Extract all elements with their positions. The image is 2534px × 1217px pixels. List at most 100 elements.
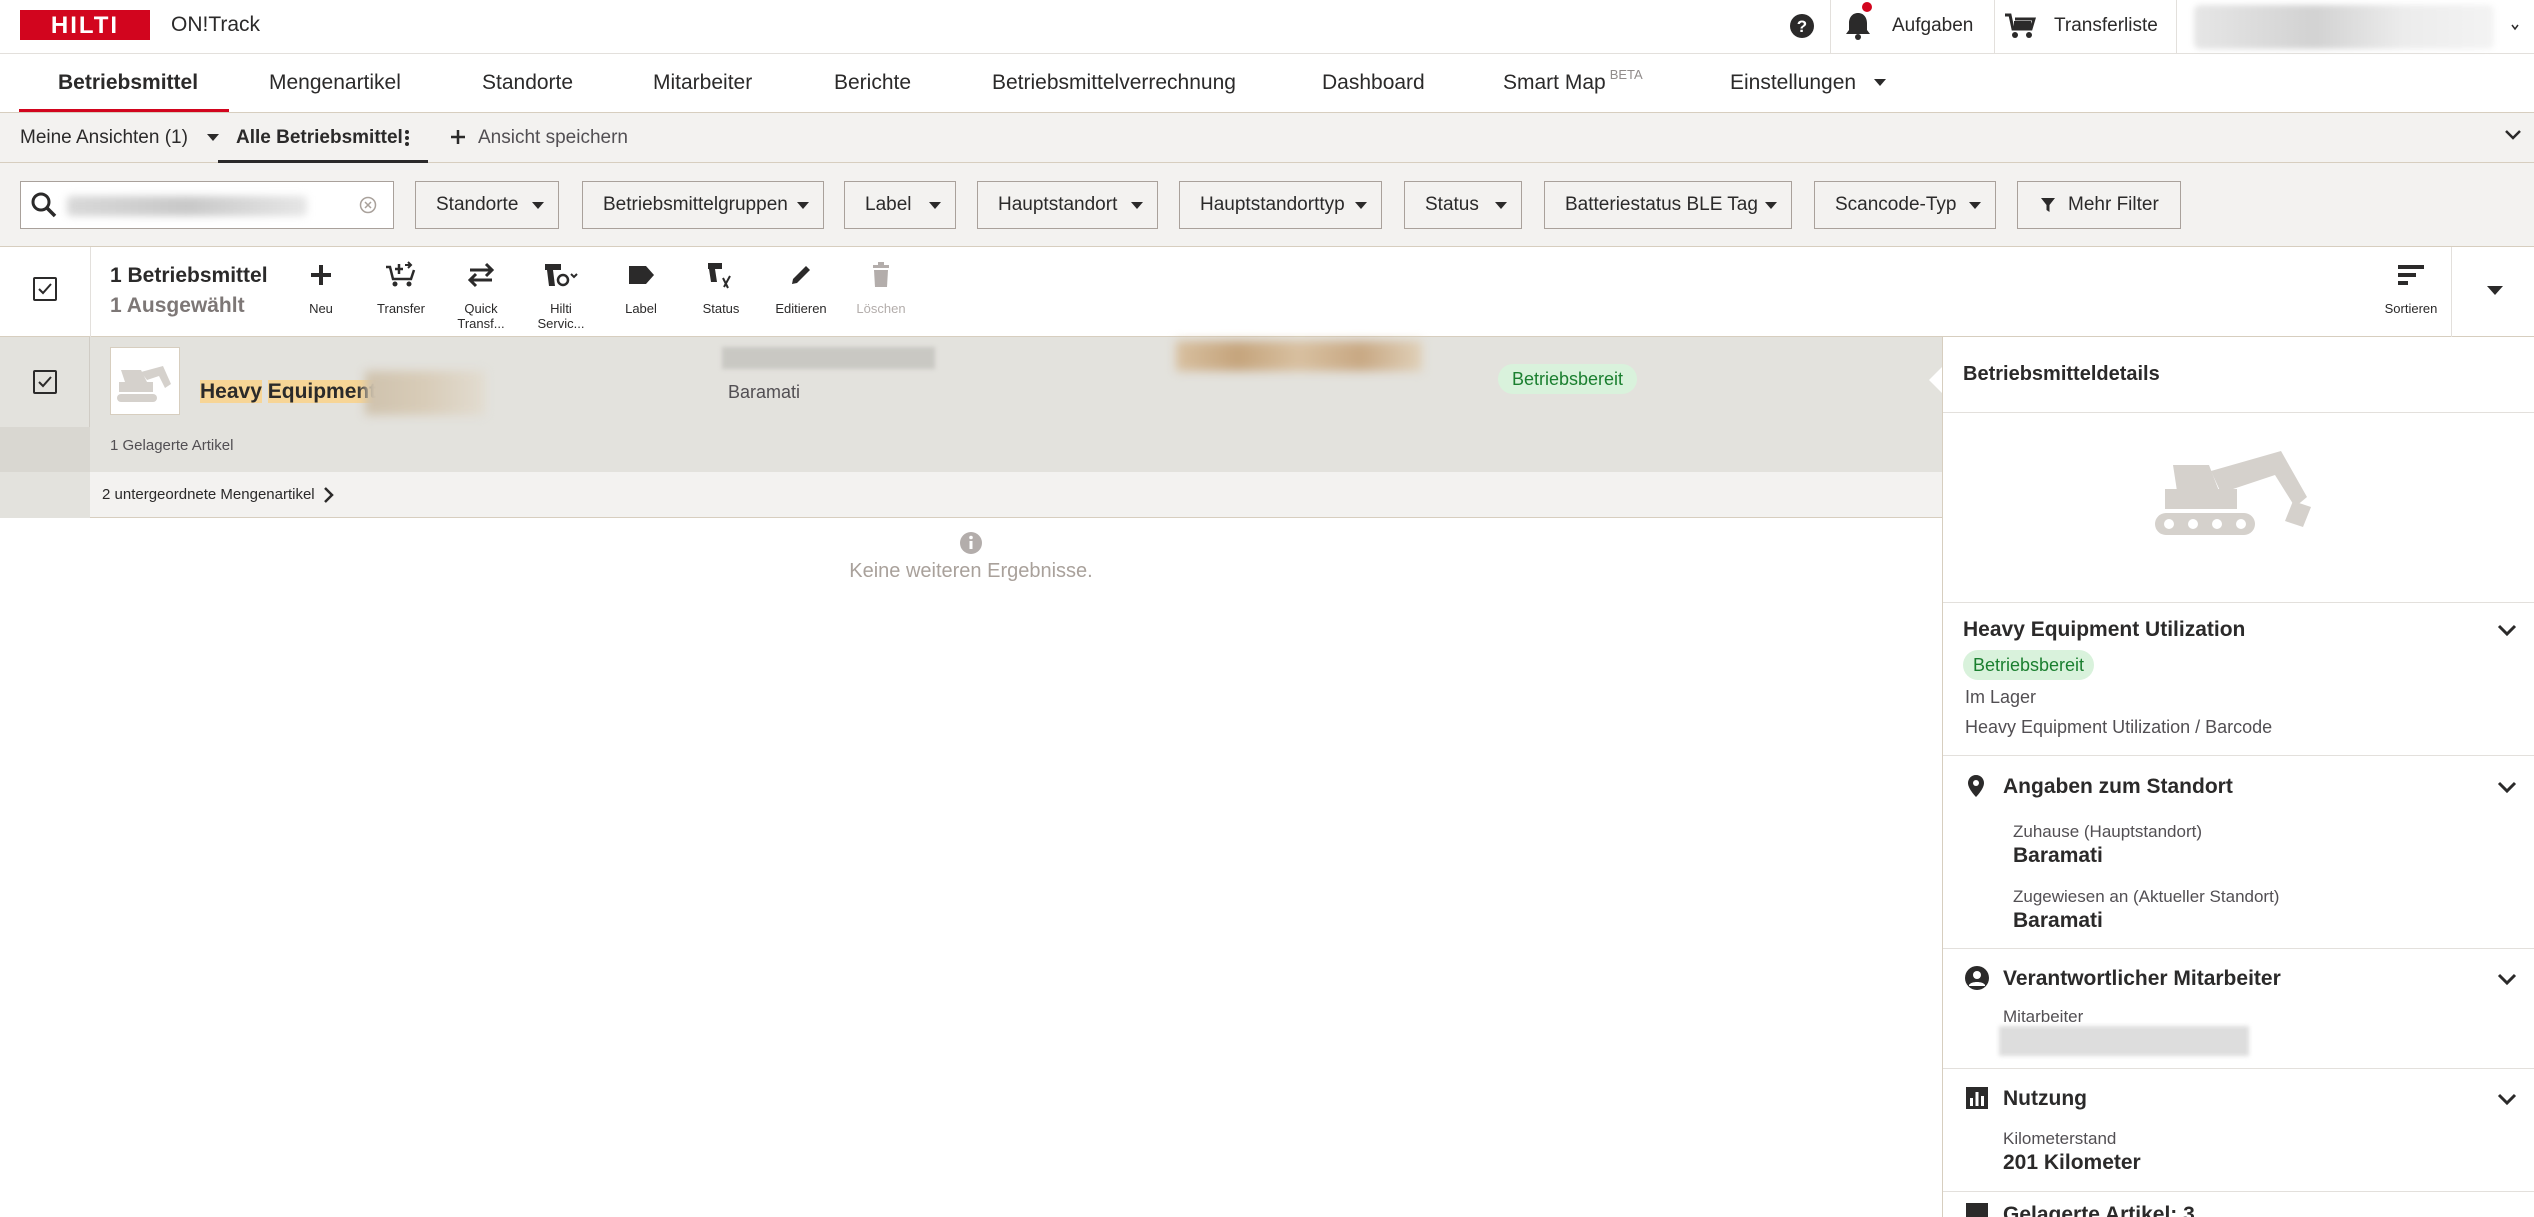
home-location-label: Zuhause (Hauptstandort) xyxy=(2013,822,2202,841)
quick-transfer-icon xyxy=(446,259,516,291)
quick-transfer-button[interactable]: Quick Transf... xyxy=(446,259,516,331)
usage-chart-icon xyxy=(1965,1086,1989,1110)
transfer-cart-icon xyxy=(366,259,436,291)
search-value-redacted xyxy=(67,196,307,216)
tab-dashboard[interactable]: Dashboard xyxy=(1322,71,1425,95)
caret-down-icon xyxy=(797,202,809,209)
tab-standorte[interactable]: Standorte xyxy=(482,71,573,95)
caret-down-icon xyxy=(1969,202,1981,209)
svg-text:HILTI: HILTI xyxy=(51,12,119,39)
filter-standorte[interactable]: Standorte xyxy=(415,181,559,229)
more-filters-button[interactable]: Mehr Filter xyxy=(2017,181,2181,229)
caret-down-icon xyxy=(929,202,941,209)
filter-hauptstandorttyp[interactable]: Hauptstandorttyp xyxy=(1179,181,1382,229)
tab-mengenartikel[interactable]: Mengenartikel xyxy=(269,71,401,95)
edit-button[interactable]: Editieren xyxy=(766,259,836,316)
tab-betriebsmittel[interactable]: Betriebsmittel xyxy=(58,71,198,95)
search-input[interactable] xyxy=(20,181,394,229)
row-checkbox[interactable] xyxy=(33,370,57,394)
barcode-line: Heavy Equipment Utilization / Barcode xyxy=(1965,717,2273,737)
hilti-logo[interactable]: HILTI xyxy=(20,10,150,40)
assigned-location-label: Zugewiesen an (Aktueller Standort) xyxy=(2013,887,2280,906)
caret-down-icon xyxy=(1765,202,1777,209)
sort-icon xyxy=(2376,259,2446,291)
main-navigation: Betriebsmittel Mengenartikel Standorte M… xyxy=(0,55,2534,113)
filter-batteriestatus[interactable]: Batteriestatus BLE Tag xyxy=(1544,181,1792,229)
tab-betriebsmittelverrechnung[interactable]: Betriebsmittelverrechnung xyxy=(992,71,1236,95)
plus-icon[interactable] xyxy=(450,129,466,145)
storage-state: Im Lager xyxy=(1965,687,2037,707)
status-tool-icon xyxy=(686,259,756,291)
asset-name[interactable]: Heavy Equipment xyxy=(200,380,377,404)
sub-items-row[interactable]: 2 untergeordnete Mengenartikel xyxy=(0,472,1942,518)
tool-label: Transfer xyxy=(377,301,425,316)
sub-items-label: 2 untergeordnete Mengenartikel xyxy=(102,486,315,503)
chevron-right-icon xyxy=(323,486,335,504)
filter-hauptstandort[interactable]: Hauptstandort xyxy=(977,181,1158,229)
filter-label[interactable]: Label xyxy=(844,181,956,229)
divider xyxy=(2451,247,2452,337)
details-title: Betriebsmitteldetails xyxy=(1963,363,2160,385)
chevron-down-icon[interactable] xyxy=(2497,624,2517,638)
transfer-list-link[interactable]: Transferliste xyxy=(2054,15,2158,37)
funnel-icon xyxy=(2040,197,2056,213)
asset-thumbnail[interactable] xyxy=(110,347,180,415)
filter-status[interactable]: Status xyxy=(1404,181,1522,229)
save-view-button[interactable]: Ansicht speichern xyxy=(478,127,628,149)
current-view-label: Alle Betriebsmittel xyxy=(236,127,403,148)
filter-label: Hauptstandort xyxy=(998,194,1118,215)
details-panel: Betriebsmitteldetails Heavy Equipment Ut… xyxy=(1942,337,2534,1217)
location-pin-icon xyxy=(1967,774,1985,798)
transfer-button[interactable]: Transfer xyxy=(366,259,436,316)
divider xyxy=(1943,1068,2534,1069)
chevron-down-icon[interactable] xyxy=(2497,973,2517,987)
chevron-down-icon[interactable] xyxy=(2504,129,2522,141)
caret-down-icon xyxy=(1495,202,1507,209)
label-button[interactable]: Label xyxy=(606,259,676,316)
stored-items-count: 1 Gelagerte Artikel xyxy=(110,437,234,454)
divider xyxy=(1994,0,1995,54)
svg-text:?: ? xyxy=(1797,17,1807,36)
tool-label: Hilti Servic... xyxy=(537,301,585,331)
caret-down-icon xyxy=(532,202,544,209)
filter-betriebsmittelgruppen[interactable]: Betriebsmittelgruppen xyxy=(582,181,824,229)
divider xyxy=(1943,948,2534,949)
hilti-service-button[interactable]: Hilti Servic... xyxy=(526,259,596,331)
transfer-cart-icon[interactable] xyxy=(2004,12,2036,40)
location-section-title: Angaben zum Standort xyxy=(2003,775,2233,798)
tab-mitarbeiter[interactable]: Mitarbeiter xyxy=(653,71,752,95)
tool-label: Quick Transf... xyxy=(457,301,505,331)
kebab-menu-icon[interactable] xyxy=(404,129,410,147)
tasks-link[interactable]: Aufgaben xyxy=(1892,15,1973,37)
status-badge: Betriebsbereit xyxy=(1963,650,2095,680)
assigned-location-value: Baramati xyxy=(2013,909,2103,932)
caret-down-icon[interactable] xyxy=(2487,286,2503,295)
current-view-tab[interactable]: Alle Betriebsmittel xyxy=(218,113,428,163)
filter-label: Betriebsmittelgruppen xyxy=(603,194,788,215)
filter-scancode-typ[interactable]: Scancode-Typ xyxy=(1814,181,1996,229)
filter-label: Hauptstandorttyp xyxy=(1200,194,1345,215)
help-icon[interactable]: ? xyxy=(1788,12,1816,40)
filter-label: Scancode-Typ xyxy=(1835,194,1957,215)
chevron-down-icon[interactable] xyxy=(2497,781,2517,795)
select-all-checkbox[interactable] xyxy=(33,277,57,301)
sort-button[interactable]: Sortieren xyxy=(2376,259,2446,316)
selection-pointer xyxy=(1929,367,1942,393)
table-row[interactable]: Heavy Equipment Baramati Betriebsbereit … xyxy=(0,337,1942,472)
clear-icon[interactable] xyxy=(359,196,377,214)
delete-button[interactable]: Löschen xyxy=(846,259,916,316)
notification-bell-icon[interactable] xyxy=(1844,11,1872,41)
hilti-service-icon xyxy=(526,259,596,291)
tab-berichte[interactable]: Berichte xyxy=(834,71,911,95)
info-icon xyxy=(959,531,983,555)
user-menu[interactable] xyxy=(2186,5,2530,49)
my-views-dropdown[interactable]: Meine Ansichten (1) xyxy=(20,127,220,149)
tab-smart-map[interactable]: Smart Map BETA xyxy=(1503,67,1643,95)
my-views-label: Meine Ansichten (1) xyxy=(20,127,188,148)
status-button[interactable]: Status xyxy=(686,259,756,316)
new-button[interactable]: Neu xyxy=(286,259,356,316)
filter-label: Label xyxy=(865,194,912,215)
chevron-down-icon[interactable] xyxy=(2497,1093,2517,1107)
tab-einstellungen[interactable]: Einstellungen xyxy=(1730,71,1886,95)
search-icon xyxy=(31,192,57,218)
